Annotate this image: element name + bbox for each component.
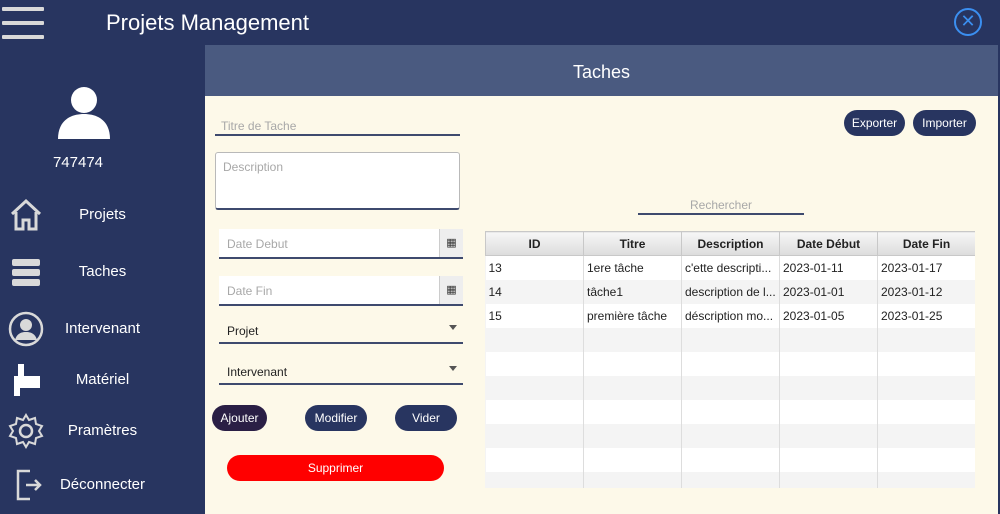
top-bar: Projets Management ✕ [0, 0, 1000, 45]
date-fin-field[interactable]: Date Fin ▦ [219, 276, 463, 306]
description-field[interactable]: Description [215, 152, 460, 210]
table-header-row: ID Titre Description Date Début Date Fin [485, 231, 975, 256]
column-header-titre[interactable]: Titre [583, 231, 682, 256]
close-icon[interactable]: ✕ [954, 8, 982, 36]
sidebar-item-taches[interactable]: Taches [0, 250, 205, 294]
empty-table-row [485, 351, 975, 376]
table-cell: description de l... [681, 279, 780, 304]
table-cell: 2023-01-25 [877, 303, 975, 328]
chevron-down-icon [449, 325, 457, 330]
sidebar-item-projets[interactable]: Projets [0, 193, 205, 237]
page-header: Taches [205, 45, 998, 96]
empty-table-row [485, 471, 975, 488]
projet-select-value: Projet [227, 324, 259, 338]
table-cell: 15 [485, 303, 584, 328]
titre-field[interactable]: Titre de Tache [215, 110, 460, 136]
taches-table[interactable]: ID Titre Description Date Début Date Fin… [485, 231, 975, 488]
table-cell: 2023-01-01 [779, 279, 878, 304]
table-cell: c'ette descripti... [681, 255, 780, 280]
sidebar-item-label: Projets [79, 206, 126, 223]
description-placeholder: Description [223, 160, 284, 174]
sidebar-item-label: Taches [78, 263, 127, 280]
table-cell: déscription mo... [681, 303, 780, 328]
importer-button[interactable]: Importer [913, 110, 976, 136]
intervenant-select[interactable]: Intervenant [219, 357, 463, 385]
table-row[interactable]: 13 1ere tâche c'ette descripti... 2023-0… [485, 255, 975, 280]
table-cell: 1ere tâche [583, 255, 682, 280]
sidebar-item-parametres[interactable]: Pramètres [0, 409, 205, 453]
sidebar-item-deconnecter[interactable]: Déconnecter [0, 463, 205, 507]
chevron-down-icon [449, 366, 457, 371]
sidebar: 747474 Projets Taches Intervenant Matéri… [0, 45, 205, 514]
column-header-date-debut[interactable]: Date Début [779, 231, 878, 256]
main-content: Taches Titre de Tache Description Date D… [205, 45, 998, 514]
titre-placeholder: Titre de Tache [221, 119, 297, 133]
sidebar-item-label: Intervenant [64, 320, 141, 337]
search-input[interactable]: Rechercher [638, 193, 804, 215]
table-cell: 14 [485, 279, 584, 304]
sidebar-item-label: Déconnecter [59, 476, 146, 493]
empty-table-row [485, 423, 975, 448]
avatar [58, 87, 110, 139]
search-placeholder: Rechercher [689, 198, 753, 212]
empty-table-row [485, 447, 975, 472]
vider-button[interactable]: Vider [395, 405, 457, 431]
date-debut-field[interactable]: Date Debut ▦ [219, 229, 463, 259]
date-fin-placeholder: Date Fin [227, 284, 273, 298]
hamburger-menu-icon[interactable] [2, 7, 44, 39]
table-cell: 2023-01-12 [877, 279, 975, 304]
sidebar-item-label: Pramètres [67, 422, 138, 439]
sidebar-item-intervenant[interactable]: Intervenant [0, 307, 205, 351]
intervenant-select-value: Intervenant [227, 365, 288, 379]
column-header-date-fin[interactable]: Date Fin [877, 231, 975, 256]
table-row[interactable]: 14 tâche1 description de l... 2023-01-01… [485, 279, 975, 304]
page-title: Taches [572, 62, 631, 82]
table-cell: tâche1 [583, 279, 682, 304]
column-header-id[interactable]: ID [485, 231, 584, 256]
sidebar-item-materiel[interactable]: Matériel [0, 358, 205, 402]
table-row[interactable]: 15 première tâche déscription mo... 2023… [485, 303, 975, 328]
user-id: 747474 [52, 154, 104, 171]
projet-select[interactable]: Projet [219, 316, 463, 344]
date-debut-placeholder: Date Debut [227, 237, 288, 251]
table-cell: 2023-01-11 [779, 255, 878, 280]
modifier-button[interactable]: Modifier [305, 405, 367, 431]
exporter-button[interactable]: Exporter [844, 110, 905, 136]
calendar-icon[interactable]: ▦ [439, 229, 463, 257]
sidebar-item-label: Matériel [75, 371, 130, 388]
empty-table-row [485, 375, 975, 400]
empty-table-row [485, 327, 975, 352]
calendar-icon[interactable]: ▦ [439, 276, 463, 304]
empty-table-row [485, 399, 975, 424]
app-title: Projets Management [106, 10, 309, 35]
supprimer-button[interactable]: Supprimer [227, 455, 444, 481]
column-header-description[interactable]: Description [681, 231, 780, 256]
table-cell: 2023-01-05 [779, 303, 878, 328]
table-cell: première tâche [583, 303, 682, 328]
table-cell: 2023-01-17 [877, 255, 975, 280]
table-cell: 13 [485, 255, 584, 280]
ajouter-button[interactable]: Ajouter [212, 405, 267, 431]
